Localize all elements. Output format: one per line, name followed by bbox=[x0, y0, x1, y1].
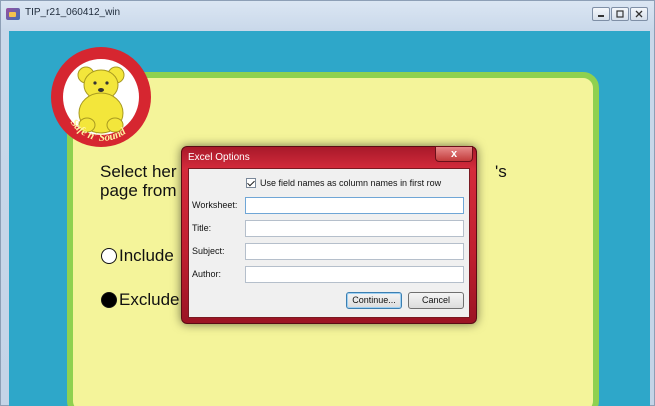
app-window: TIP_r21_060412_win Safe n' Sound Select … bbox=[0, 0, 655, 406]
field-names-option[interactable]: Use field names as column names in first… bbox=[246, 178, 441, 188]
exclude-option[interactable]: Exclude bbox=[101, 290, 179, 310]
close-icon: x bbox=[450, 148, 458, 160]
window-titlebar[interactable]: TIP_r21_060412_win bbox=[1, 1, 655, 27]
window-title: TIP_r21_060412_win bbox=[25, 7, 121, 18]
worksheet-label: Worksheet: bbox=[192, 200, 238, 210]
minimize-button[interactable] bbox=[592, 7, 610, 21]
close-window-button[interactable] bbox=[630, 7, 648, 21]
safe-n-sound-logo: Safe n' Sound bbox=[51, 47, 151, 147]
minimize-icon bbox=[598, 15, 604, 17]
author-input[interactable] bbox=[245, 266, 464, 283]
title-label: Title: bbox=[192, 223, 212, 233]
excel-options-dialog: Excel Options x Use field names as colum… bbox=[181, 146, 477, 324]
prompt-line-2: page from bbox=[100, 181, 177, 200]
prompt-tail: 's bbox=[495, 162, 507, 181]
maximize-icon bbox=[616, 10, 624, 18]
continue-button[interactable]: Continue... bbox=[346, 292, 402, 309]
exclude-label: Exclude bbox=[119, 290, 180, 309]
close-icon bbox=[635, 10, 643, 18]
maximize-button[interactable] bbox=[611, 7, 629, 21]
app-icon bbox=[6, 8, 20, 20]
field-names-checkbox[interactable] bbox=[246, 178, 256, 188]
include-radio[interactable] bbox=[101, 248, 117, 264]
subject-label: Subject: bbox=[192, 246, 225, 256]
dialog-title: Excel Options bbox=[188, 152, 250, 163]
dialog-body: Use field names as column names in first… bbox=[188, 168, 470, 318]
field-names-label: Use field names as column names in first… bbox=[260, 178, 442, 188]
author-label: Author: bbox=[192, 269, 222, 279]
title-input[interactable] bbox=[245, 220, 464, 237]
worksheet-input[interactable] bbox=[245, 197, 464, 214]
exclude-radio[interactable] bbox=[101, 292, 117, 308]
prompt-line-1: Select her bbox=[100, 162, 177, 181]
subject-input[interactable] bbox=[245, 243, 464, 260]
prompt-text: Select her page from bbox=[100, 162, 177, 200]
include-option[interactable]: Include bbox=[101, 246, 174, 266]
cancel-button[interactable]: Cancel bbox=[408, 292, 464, 309]
include-label: Include bbox=[119, 246, 174, 265]
dialog-close-button[interactable]: x bbox=[435, 146, 473, 162]
